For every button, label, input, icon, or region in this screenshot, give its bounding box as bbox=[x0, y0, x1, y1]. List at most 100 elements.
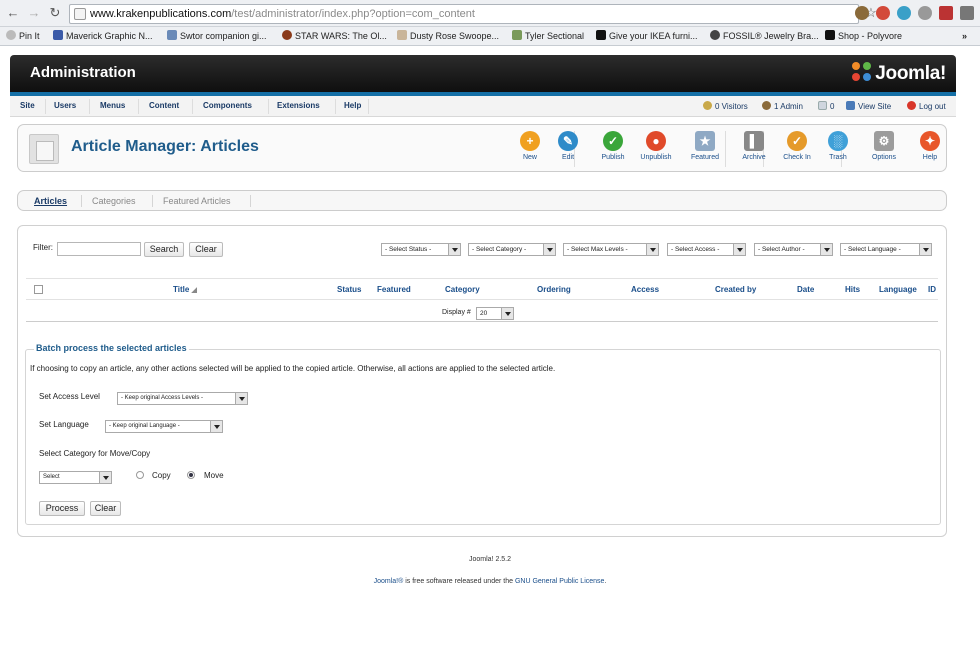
bookmarks-overflow-icon[interactable]: » bbox=[962, 30, 967, 43]
menu-divider bbox=[45, 99, 46, 114]
joomla-logo[interactable]: Joomla! bbox=[852, 62, 946, 85]
visitors-status[interactable]: 0 Visitors bbox=[703, 101, 748, 111]
column-hits[interactable]: Hits bbox=[845, 285, 860, 294]
column-featured[interactable]: Featured bbox=[377, 285, 411, 294]
bookmark-item[interactable]: Give your IKEA furni... bbox=[596, 30, 698, 43]
select-status[interactable]: - Select Status - bbox=[381, 243, 461, 256]
toolbar-check-in-button[interactable]: ✓ Check In bbox=[777, 131, 817, 161]
toolbar-unpublish-button[interactable]: ● Unpublish bbox=[636, 131, 676, 161]
move-radio[interactable] bbox=[187, 471, 195, 479]
view-site-link[interactable]: View Site bbox=[846, 101, 891, 111]
chevron-down-icon bbox=[733, 244, 745, 255]
toolbar-publish-button[interactable]: ✓ Publish bbox=[593, 131, 633, 161]
article-manager-icon bbox=[29, 134, 59, 164]
toolbar-button-label: Help bbox=[922, 154, 938, 161]
select-language[interactable]: - Select Language - bbox=[840, 243, 932, 256]
chevron-down-icon bbox=[543, 244, 555, 255]
gpl-license-link[interactable]: GNU General Public License bbox=[515, 578, 605, 585]
menu-menus[interactable]: Menus bbox=[100, 101, 125, 110]
column-access[interactable]: Access bbox=[631, 285, 659, 294]
column-title[interactable]: Title ◢ bbox=[173, 285, 197, 294]
bookmark-item[interactable]: Pin It bbox=[6, 30, 40, 43]
copy-radio[interactable] bbox=[136, 471, 144, 479]
toolbar-edit-button[interactable]: ✎ Edit bbox=[548, 131, 588, 161]
address-bar[interactable]: www.krakenpublications.com/test/administ… bbox=[69, 4, 859, 24]
process-button[interactable]: Process bbox=[39, 501, 85, 516]
stop-icon: ● bbox=[646, 131, 666, 151]
access-level-label: Set Access Level bbox=[39, 392, 100, 401]
toolbar-button-label: Options bbox=[871, 154, 897, 161]
messages-status[interactable]: 0 bbox=[818, 101, 834, 111]
select-author[interactable]: - Select Author - bbox=[754, 243, 833, 256]
bookmark-item[interactable]: FOSSIL® Jewelry Bra... bbox=[710, 30, 819, 43]
menu-divider bbox=[335, 99, 336, 114]
checkin-icon: ✓ bbox=[787, 131, 807, 151]
admin-status[interactable]: 1 Admin bbox=[762, 101, 803, 111]
bookmark-item[interactable]: Shop - Polyvore bbox=[825, 30, 902, 43]
menu-site[interactable]: Site bbox=[20, 101, 35, 110]
bookmark-item[interactable]: STAR WARS: The Ol... bbox=[282, 30, 387, 43]
select-max-levels[interactable]: - Select Max Levels - bbox=[563, 243, 659, 256]
clear-filter-button[interactable]: Clear bbox=[189, 242, 223, 257]
toolbar-button-label: Edit bbox=[561, 154, 575, 161]
select-access[interactable]: - Select Access - bbox=[667, 243, 746, 256]
menu-divider bbox=[89, 99, 90, 114]
menu-users[interactable]: Users bbox=[54, 101, 76, 110]
tab-divider bbox=[152, 195, 153, 207]
bookmark-favicon-icon bbox=[825, 30, 835, 40]
footer-license: Joomla!® is free software released under… bbox=[373, 578, 607, 585]
menu-divider bbox=[268, 99, 269, 114]
toolbar-button-label: Archive bbox=[742, 154, 766, 161]
forward-icon[interactable]: → bbox=[26, 5, 42, 21]
back-icon[interactable]: ← bbox=[5, 5, 21, 21]
display-number-select[interactable]: 20 bbox=[476, 307, 514, 320]
view-site-icon bbox=[846, 101, 855, 110]
menu-divider bbox=[368, 99, 369, 114]
extension-4-icon[interactable] bbox=[918, 6, 932, 20]
toolbar-help-button[interactable]: ✦ Help bbox=[910, 131, 950, 161]
search-button[interactable]: Search bbox=[144, 242, 184, 257]
language-select[interactable]: - Keep original Language - bbox=[105, 420, 223, 433]
extension-icons bbox=[848, 6, 974, 22]
column-category[interactable]: Category bbox=[445, 285, 480, 294]
column-ordering[interactable]: Ordering bbox=[537, 285, 571, 294]
column-date[interactable]: Date bbox=[797, 285, 814, 294]
category-select[interactable]: Select bbox=[39, 471, 112, 484]
visitors-icon bbox=[703, 101, 712, 110]
filter-search-input[interactable] bbox=[57, 242, 141, 256]
bookmark-item[interactable]: Dusty Rose Swoope... bbox=[397, 30, 499, 43]
menu-components[interactable]: Components bbox=[203, 101, 252, 110]
toolbar-archive-button[interactable]: ▌ Archive bbox=[734, 131, 774, 161]
select-category[interactable]: - Select Category - bbox=[468, 243, 556, 256]
column-id[interactable]: ID bbox=[928, 285, 936, 294]
menu-help[interactable]: Help bbox=[344, 101, 361, 110]
select-all-checkbox[interactable] bbox=[34, 285, 43, 294]
joomla-link[interactable]: Joomla!® bbox=[374, 578, 404, 585]
extension-1-icon[interactable] bbox=[855, 6, 869, 20]
toolbar-options-button[interactable]: ⚙ Options bbox=[864, 131, 904, 161]
wrench-icon[interactable] bbox=[960, 6, 974, 20]
column-status[interactable]: Status bbox=[337, 285, 361, 294]
column-language[interactable]: Language bbox=[879, 285, 917, 294]
tab-articles[interactable]: Articles bbox=[34, 196, 67, 206]
batch-clear-button[interactable]: Clear bbox=[90, 501, 121, 516]
menu-content[interactable]: Content bbox=[149, 101, 179, 110]
toolbar-trash-button[interactable]: ░ Trash bbox=[818, 131, 858, 161]
toolbar-button-label: Unpublish bbox=[640, 154, 672, 161]
extension-3-icon[interactable] bbox=[897, 6, 911, 20]
bookmark-item[interactable]: Tyler Sectional bbox=[512, 30, 584, 43]
reload-icon[interactable]: ↻ bbox=[47, 5, 63, 21]
bookmark-item[interactable]: Maverick Graphic N... bbox=[53, 30, 153, 43]
logout-link[interactable]: Log out bbox=[907, 101, 946, 111]
tab-categories[interactable]: Categories bbox=[92, 196, 136, 206]
tab-featured-articles[interactable]: Featured Articles bbox=[163, 196, 231, 206]
menu-divider bbox=[138, 99, 139, 114]
toolbar-new-button[interactable]: + New bbox=[510, 131, 550, 161]
bookmark-item[interactable]: Swtor companion gi... bbox=[167, 30, 267, 43]
extension-2-icon[interactable] bbox=[876, 6, 890, 20]
extension-5-icon[interactable] bbox=[939, 6, 953, 20]
menu-extensions[interactable]: Extensions bbox=[277, 101, 320, 110]
toolbar-featured-button[interactable]: ★ Featured bbox=[685, 131, 725, 161]
access-level-select[interactable]: - Keep original Access Levels - bbox=[117, 392, 248, 405]
column-created-by[interactable]: Created by bbox=[715, 285, 756, 294]
